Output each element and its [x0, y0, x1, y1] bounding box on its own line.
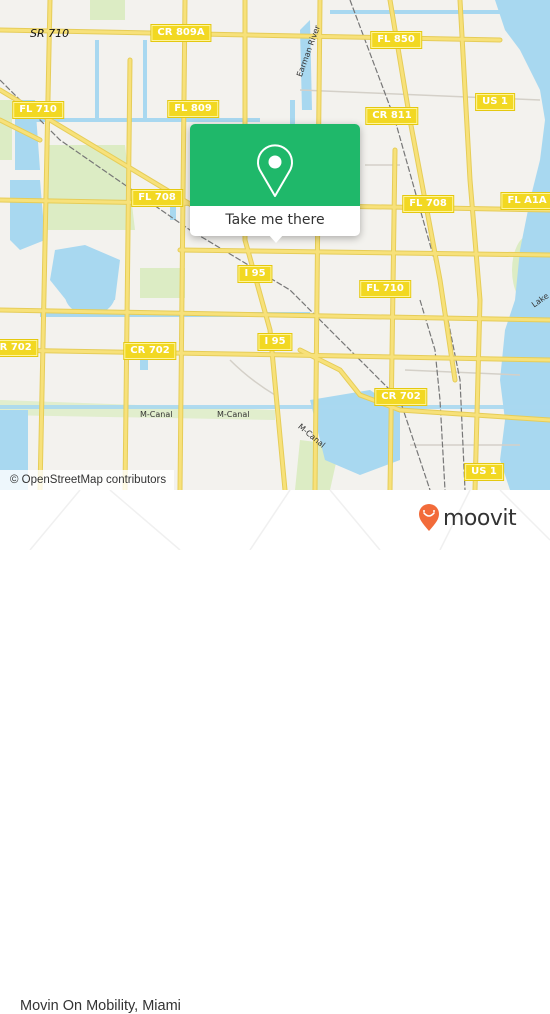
moovit-logo[interactable]: moovit: [418, 502, 517, 534]
popup-header: [190, 124, 360, 206]
water-label-m-canal-2: M-Canal: [217, 410, 250, 419]
moovit-logo-text: moovit: [443, 505, 517, 531]
road-label-i95-s: I 95: [258, 334, 292, 350]
place-name: Movin On Mobility, Miami: [20, 998, 181, 1014]
take-me-there-button[interactable]: Take me there: [190, 206, 360, 236]
road-label-i95-n: I 95: [238, 266, 272, 282]
road-label-cr811: CR 811: [366, 108, 418, 124]
map-attribution[interactable]: © OpenStreetMap contributors: [0, 470, 175, 490]
road-label-cr702-w: CR 702: [0, 340, 38, 356]
state-road-label: SR 710: [30, 27, 70, 40]
road-label-fl708-e: FL 708: [403, 196, 453, 212]
water-label-m-canal-1: M-Canal: [140, 410, 173, 419]
road-label-cr702-e: CR 702: [375, 389, 427, 405]
road-label-cr702-c: CR 702: [124, 343, 176, 359]
map-pin-icon: [257, 144, 293, 197]
road-label-fl710-nw: FL 710: [13, 102, 63, 118]
location-popup: Take me there: [190, 124, 360, 243]
road-label-fl708-w: FL 708: [132, 190, 182, 206]
moovit-pin-icon: [419, 504, 439, 531]
road-label-fl710-e: FL 710: [360, 281, 410, 297]
road-label-cr809a: CR 809A: [151, 25, 211, 41]
road-label-fl850: FL 850: [371, 32, 421, 48]
road-label-fla1a: FL A1A: [501, 193, 550, 209]
road-label-fl809: FL 809: [168, 101, 218, 117]
road-label-us1-n: US 1: [476, 94, 514, 110]
popup-pointer: [268, 234, 284, 243]
road-label-us1-s: US 1: [465, 464, 503, 480]
map-canvas: [0, 0, 550, 490]
map[interactable]: CR 809A FL 850 FL 710 FL 809 CR 811 US 1…: [0, 0, 550, 490]
